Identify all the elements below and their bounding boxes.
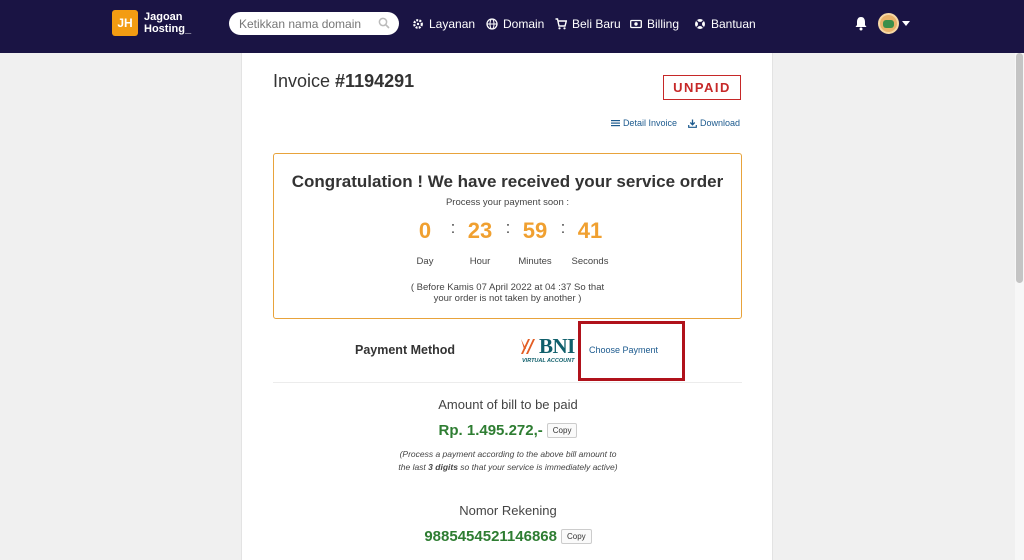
- deadline-line1: ( Before Kamis 07 April 2022 at 04 :37 S…: [410, 282, 605, 293]
- nav-item-beli-baru[interactable]: Beli Baru: [555, 16, 621, 32]
- congrats-headline: Congratulation ! We have received your s…: [291, 172, 724, 191]
- chevron-down-icon[interactable]: [902, 21, 910, 26]
- nav-label-domain: Domain: [503, 17, 545, 31]
- amount-row: Rp. 1.495.272,- Copy: [242, 422, 774, 439]
- countdown-minutes: 59: [522, 218, 548, 243]
- amount-label: Amount of bill to be paid: [438, 397, 578, 412]
- detail-invoice-link[interactable]: Detail Invoice: [610, 118, 677, 128]
- download-icon: [688, 119, 697, 128]
- detail-invoice-label: Detail Invoice: [622, 118, 677, 128]
- note-bold: 3 digits: [428, 461, 458, 472]
- countdown-colon: :: [450, 218, 456, 237]
- note-after: so that your service is immediately acti…: [457, 461, 618, 472]
- gears-icon: [413, 19, 423, 29]
- cart-icon: [555, 18, 567, 30]
- search-icon[interactable]: [378, 17, 390, 29]
- countdown-day-label: Day: [416, 256, 434, 267]
- brand-name-line1: Jagoan: [144, 11, 183, 23]
- globe-icon: [486, 18, 498, 30]
- brand-name-line2: Hosting_: [144, 23, 192, 35]
- countdown-seconds: 41: [577, 218, 603, 243]
- countdown-day: 0: [418, 218, 432, 243]
- choose-payment-link[interactable]: Choose Payment: [589, 345, 658, 355]
- bni-wordmark: BNI: [539, 334, 575, 358]
- download-label: Download: [699, 118, 740, 128]
- process-subtext: Process your payment soon :: [445, 197, 570, 208]
- countdown-box: Congratulation ! We have received your s…: [273, 153, 742, 319]
- bni-subtitle: VIRTUAL ACCOUNT: [522, 358, 575, 364]
- domain-search-input[interactable]: [239, 14, 375, 33]
- nav-label-billing: Billing: [647, 17, 680, 31]
- nav-item-layanan[interactable]: Layanan: [412, 16, 475, 32]
- bni-mark-icon: [520, 338, 537, 355]
- avatar-icon[interactable]: [878, 13, 899, 34]
- account-number-label: Nomor Rekening: [459, 503, 557, 518]
- deadline-line2: your order is not taken by another ): [433, 293, 582, 304]
- countdown-hour: 23: [467, 218, 493, 243]
- account-number-value: 9885454521146868: [424, 528, 557, 545]
- lifebuoy-icon: [695, 19, 705, 29]
- domain-search: [229, 12, 399, 35]
- money-icon: [630, 19, 642, 29]
- brand-logo-icon[interactable]: JH: [112, 10, 138, 36]
- brand-name[interactable]: Jagoan Hosting_: [144, 11, 191, 35]
- invoice-number: #1194291: [335, 71, 415, 91]
- countdown-seconds-label: Seconds: [571, 256, 609, 267]
- invoice-links: Detail Invoice Download: [610, 118, 740, 128]
- account-number-row: 9885454521146868 Copy: [242, 528, 774, 545]
- amount-value: Rp. 1.495.272,-: [438, 422, 543, 439]
- deadline-text: ( Before Kamis 07 April 2022 at 04 :37 S…: [274, 282, 741, 304]
- invoice-title-prefix: Invoice: [273, 71, 336, 91]
- nav-label-bantuan: Bantuan: [711, 17, 756, 31]
- nav-item-billing[interactable]: Billing: [630, 16, 679, 32]
- list-icon: [610, 119, 620, 126]
- top-navbar: JH Jagoan Hosting_ Layanan Domain Beli B…: [0, 0, 1024, 53]
- invoice-card: Invoice #1194291 UNPAID Detail Invoice D…: [241, 53, 773, 560]
- nav-label-layanan: Layanan: [429, 17, 476, 31]
- nav-item-bantuan[interactable]: Bantuan: [694, 16, 756, 32]
- countdown-colon: :: [505, 218, 511, 237]
- nav-item-domain[interactable]: Domain: [486, 16, 544, 32]
- nav-label-beli-baru: Beli Baru: [572, 17, 621, 31]
- countdown-minutes-label: Minutes: [518, 256, 552, 267]
- invoice-title: Invoice #1194291: [273, 71, 414, 92]
- download-link[interactable]: Download: [688, 118, 740, 128]
- divider: [273, 382, 742, 383]
- scrollbar[interactable]: [1015, 53, 1024, 560]
- status-badge: UNPAID: [663, 75, 741, 100]
- payment-method-label: Payment Method: [355, 343, 456, 357]
- countdown-colon: :: [560, 218, 566, 237]
- bni-logo: BNI VIRTUAL ACCOUNT: [520, 334, 578, 366]
- copy-account-button[interactable]: Copy: [560, 529, 592, 544]
- copy-amount-button[interactable]: Copy: [546, 423, 578, 438]
- bell-icon[interactable]: [854, 16, 868, 31]
- scrollbar-thumb[interactable]: [1016, 53, 1023, 283]
- amount-note: (Process a payment according to the abov…: [397, 448, 619, 473]
- countdown-hour-label: Hour: [469, 256, 491, 267]
